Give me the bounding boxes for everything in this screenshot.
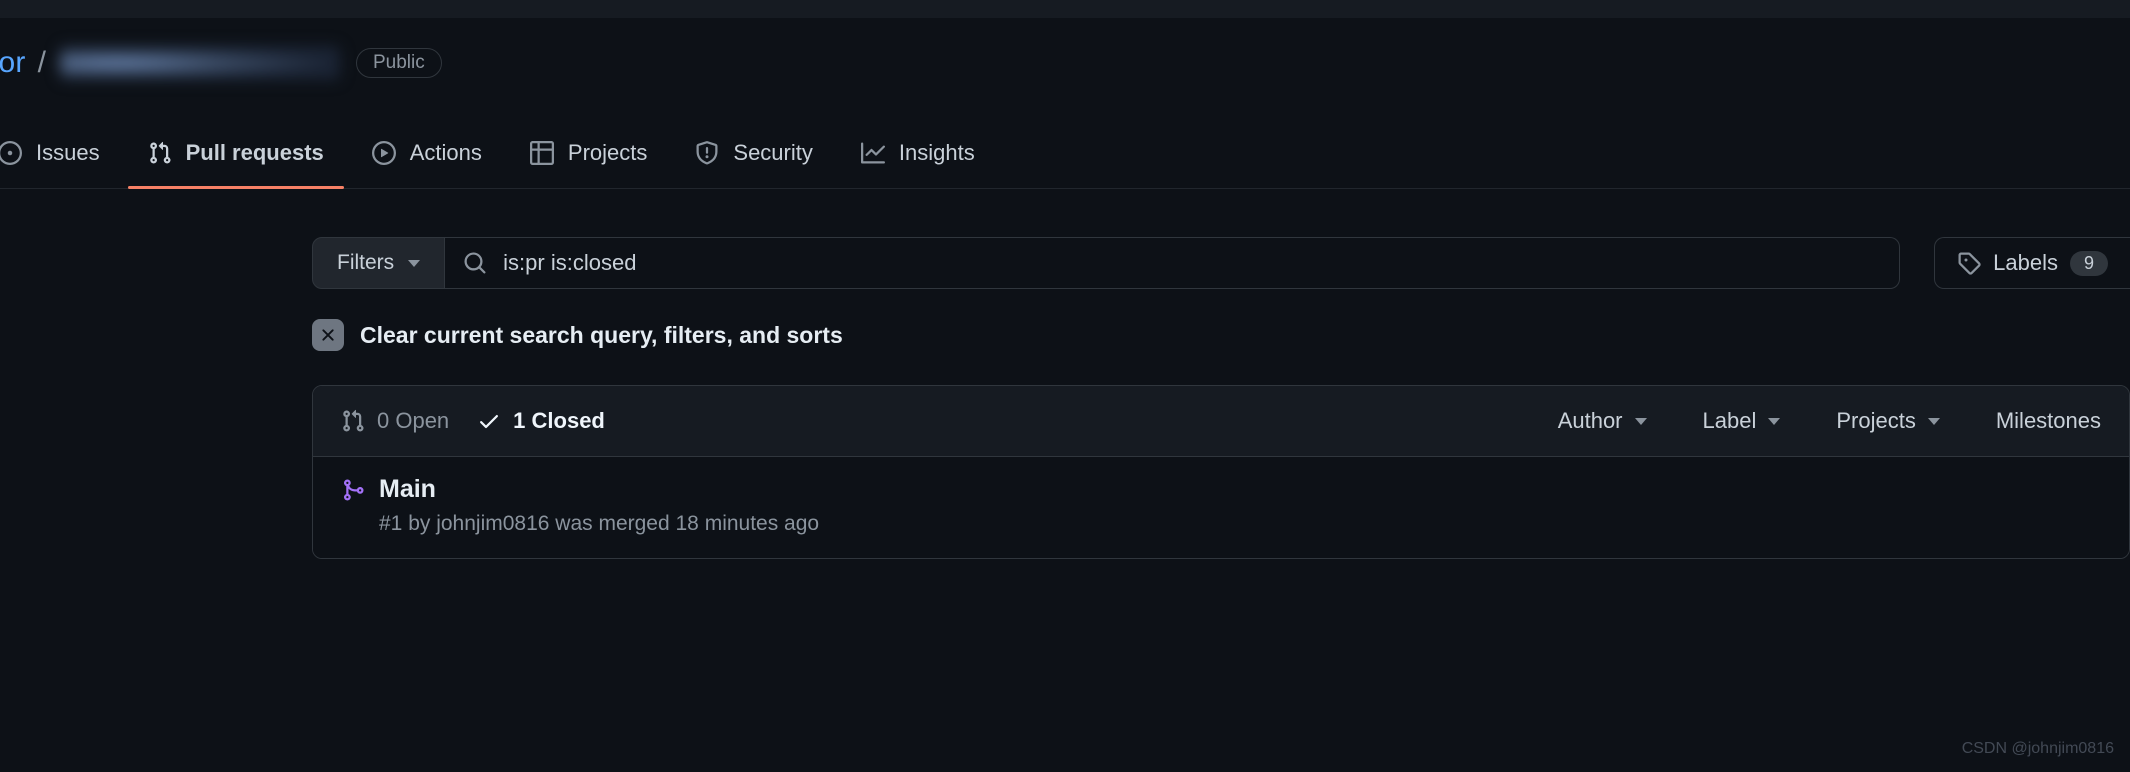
filter-milestones-label: Milestones <box>1996 408 2101 434</box>
tab-security-label: Security <box>733 140 812 166</box>
tab-pulls-label: Pull requests <box>186 140 324 166</box>
clear-search-link[interactable]: Clear current search query, filters, and… <box>312 319 2130 351</box>
repo-visibility-badge: Public <box>356 48 442 78</box>
git-merge-icon <box>341 478 365 502</box>
labels-button[interactable]: Labels 9 <box>1934 237 2130 289</box>
labels-count-badge: 9 <box>2070 251 2108 276</box>
pull-requests-list: 0 Open 1 Closed Author Label Projects <box>312 385 2130 559</box>
open-prs-text: 0 Open <box>377 408 449 434</box>
filter-milestones[interactable]: Milestones <box>1996 408 2101 434</box>
tab-insights-label: Insights <box>899 140 975 166</box>
chevron-down-icon <box>1635 418 1647 425</box>
labels-button-label: Labels <box>1993 250 2058 276</box>
filter-label-label: Label <box>1703 408 1757 434</box>
clear-search-text: Clear current search query, filters, and… <box>360 322 843 349</box>
tab-security[interactable]: Security <box>671 126 836 188</box>
tag-icon <box>1957 251 1981 275</box>
tab-projects-label: Projects <box>568 140 647 166</box>
tab-issues-label: Issues <box>36 140 100 166</box>
tab-actions-label: Actions <box>410 140 482 166</box>
pr-subtitle: #1 by johnjim0816 was merged 18 minutes … <box>379 512 2101 536</box>
pull-requests-toolbar: 0 Open 1 Closed Author Label Projects <box>313 386 2129 457</box>
shield-icon <box>695 141 719 165</box>
filter-projects-label: Projects <box>1836 408 1915 434</box>
filter-label[interactable]: Label <box>1703 408 1781 434</box>
repo-nav: Issues Pull requests Actions Projects Se… <box>0 126 2130 189</box>
tab-issues[interactable]: Issues <box>0 126 124 188</box>
repo-owner-link[interactable]: tor <box>0 46 26 80</box>
issue-opened-icon <box>0 141 22 165</box>
chevron-down-icon <box>1768 418 1780 425</box>
close-icon <box>312 319 344 351</box>
table-icon <box>530 141 554 165</box>
chevron-down-icon <box>408 260 420 267</box>
global-top-bar <box>0 0 2130 18</box>
pr-title-link[interactable]: Main <box>379 475 436 504</box>
closed-prs-link[interactable]: 1 Closed <box>477 408 605 434</box>
play-circle-icon <box>372 141 396 165</box>
closed-prs-text: 1 Closed <box>513 408 605 434</box>
tab-actions[interactable]: Actions <box>348 126 506 188</box>
git-pull-request-icon <box>341 409 365 433</box>
watermark: CSDN @johnjim0816 <box>1962 740 2114 758</box>
search-input[interactable] <box>503 250 1881 276</box>
search-wrapper <box>445 237 1900 289</box>
repo-name-link[interactable] <box>60 46 340 80</box>
graph-icon <box>861 141 885 165</box>
check-icon <box>477 409 501 433</box>
tab-pull-requests[interactable]: Pull requests <box>124 126 348 188</box>
filter-author[interactable]: Author <box>1558 408 1647 434</box>
chevron-down-icon <box>1928 418 1940 425</box>
repo-header: tor / Public <box>0 18 2130 94</box>
filters-button-label: Filters <box>337 251 394 275</box>
repo-separator: / <box>38 46 46 80</box>
tab-insights[interactable]: Insights <box>837 126 999 188</box>
search-icon <box>463 251 487 275</box>
filter-projects[interactable]: Projects <box>1836 408 1939 434</box>
git-pull-request-icon <box>148 141 172 165</box>
tab-projects[interactable]: Projects <box>506 126 671 188</box>
filter-author-label: Author <box>1558 408 1623 434</box>
pr-list-item[interactable]: Main #1 by johnjim0816 was merged 18 min… <box>313 457 2129 558</box>
filters-button[interactable]: Filters <box>312 237 445 289</box>
open-prs-link[interactable]: 0 Open <box>341 408 449 434</box>
